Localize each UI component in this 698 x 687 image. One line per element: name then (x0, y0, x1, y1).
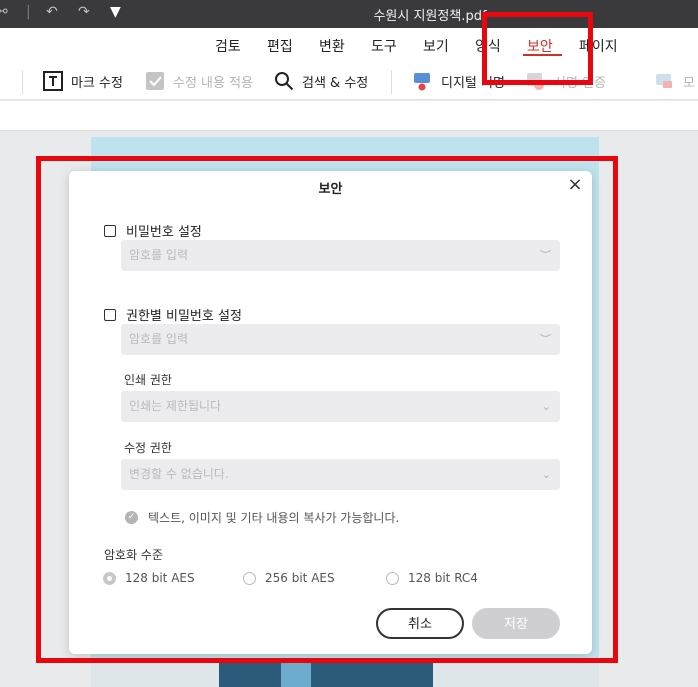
apply-edit-label: 수정 내용 적용 (173, 75, 254, 91)
security-toolbar: 마크 수정 수정 내용 적용 검색 & 수정 디지털 서명 서명 인증 모 (0, 62, 698, 100)
search-edit-label: 검색 & 수정 (302, 75, 369, 91)
check-circle-icon: ✓ (125, 511, 138, 524)
digital-sign-button[interactable]: 디지털 서명 (413, 70, 508, 92)
active-tab-underline (523, 54, 562, 56)
encryption-option-label: 128 bit AES (125, 571, 195, 585)
print-permission-value: 인쇄는 제한됩니다 (129, 399, 222, 413)
more-tools-label: 모 (683, 75, 695, 91)
chevron-down-icon: ⌄ (541, 468, 551, 481)
copy-allowed-hint: ✓ 텍스트, 이미지 및 기타 내용의 복사가 가능합니다. (125, 509, 399, 526)
more-tools-button[interactable]: 모 (655, 70, 698, 92)
radio-button[interactable] (103, 571, 116, 585)
digital-sign-label: 디지털 서명 (441, 75, 505, 91)
hide-password-icon[interactable]: ︶ (540, 324, 551, 355)
illustration-panel (91, 660, 219, 687)
dialog-title: 보안 (318, 182, 343, 197)
checkbox-check-icon (145, 71, 165, 91)
password-placeholder: 암호를 입력 (129, 248, 189, 262)
search-edit-button[interactable]: 검색 & 수정 (274, 70, 368, 92)
menu-page[interactable]: 페이지 (579, 36, 618, 56)
permission-checkbox-row[interactable]: 권한별 비밀번호 설정 (104, 305, 242, 324)
verify-sign-label: 서명 인증 (554, 75, 606, 91)
security-dialog: 보안 × 비밀번호 설정 암호를 입력 ︶ 권한별 비밀번호 설정 암호를 입력… (69, 171, 592, 654)
edit-permission-value: 변경할 수 없습니다. (129, 467, 229, 481)
password-label: 비밀번호 설정 (126, 225, 202, 240)
illustration-panel (281, 660, 311, 687)
encryption-option-label: 128 bit RC4 (408, 571, 478, 585)
save-button[interactable]: 저장 (472, 608, 560, 639)
hide-password-icon[interactable]: ︶ (540, 240, 551, 271)
chevron-down-icon: ⌄ (541, 400, 551, 413)
permission-checkbox[interactable] (104, 308, 116, 321)
encryption-option-128aes[interactable]: 128 bit AES (103, 571, 195, 585)
digital-signature-icon (413, 71, 433, 91)
title-bar: ⚯ | ↶ ↷ ▼ 수원시 지원정책.pdf (0, 0, 698, 28)
mark-edit-label: 마크 수정 (71, 75, 123, 91)
cancel-button[interactable]: 취소 (376, 608, 464, 639)
menu-security[interactable]: 보안 (527, 36, 553, 56)
toolbar-separator (391, 70, 392, 94)
password-checkbox-row[interactable]: 비밀번호 설정 (104, 221, 202, 240)
menu-form[interactable]: 양식 (475, 36, 501, 56)
menu-review[interactable]: 검토 (215, 36, 241, 56)
pdf-page-illustration (91, 660, 599, 687)
edit-permission-label: 수정 권한 (124, 441, 172, 455)
password-input[interactable]: 암호를 입력 ︶ (121, 240, 560, 271)
permission-password-input[interactable]: 암호를 입력 ︶ (121, 324, 560, 355)
mark-edit-icon (43, 71, 63, 91)
password-checkbox[interactable] (104, 224, 116, 237)
search-icon (274, 71, 294, 91)
toolbar-separator (22, 70, 23, 94)
menu-convert[interactable]: 변환 (319, 36, 345, 56)
illustration-panel (433, 660, 599, 687)
encryption-option-128rc4[interactable]: 128 bit RC4 (386, 571, 478, 585)
apply-edit-button[interactable]: 수정 내용 적용 (145, 70, 253, 92)
print-permission-label: 인쇄 권한 (124, 373, 172, 387)
verify-signature-icon (526, 71, 546, 91)
encryption-level-label: 암호화 수준 (104, 548, 164, 562)
menu-tools[interactable]: 도구 (371, 36, 397, 56)
window-title: 수원시 지원정책.pdf (373, 9, 487, 24)
encryption-option-256aes[interactable]: 256 bit AES (243, 571, 335, 585)
close-icon[interactable]: × (567, 176, 583, 194)
print-permission-select[interactable]: 인쇄는 제한됩니다 ⌄ (121, 391, 560, 422)
copy-allowed-text: 텍스트, 이미지 및 기타 내용의 복사가 가능합니다. (148, 511, 400, 525)
permission-label: 권한별 비밀번호 설정 (126, 309, 242, 324)
radio-button[interactable] (386, 571, 399, 585)
menu-bar: 검토 편집 변환 도구 보기 양식 보안 페이지 (0, 28, 698, 62)
encryption-option-label: 256 bit AES (265, 571, 335, 585)
redact-icon (655, 71, 675, 91)
permission-placeholder: 암호를 입력 (129, 332, 189, 346)
radio-button[interactable] (243, 571, 256, 585)
mark-edit-button[interactable]: 마크 수정 (43, 70, 123, 92)
edit-permission-select[interactable]: 변경할 수 없습니다. ⌄ (121, 459, 560, 490)
verify-sign-button[interactable]: 서명 인증 (526, 70, 636, 92)
secondary-strip (0, 101, 698, 131)
menu-view[interactable]: 보기 (423, 36, 449, 56)
menu-edit[interactable]: 편집 (267, 36, 293, 56)
